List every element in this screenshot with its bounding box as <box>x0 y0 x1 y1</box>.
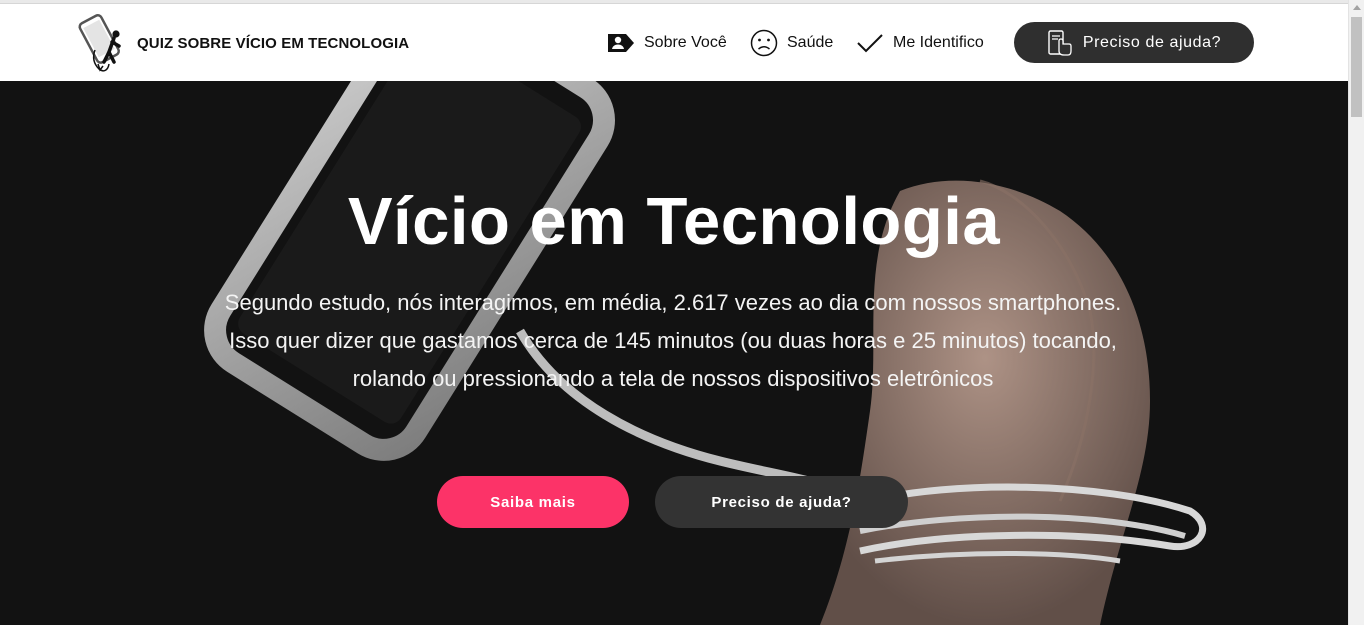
nav-link-health[interactable]: Saúde <box>750 28 833 58</box>
learn-more-button[interactable]: Saiba mais <box>437 476 629 528</box>
hero-description: Segundo estudo, nós interagimos, em médi… <box>224 290 1122 391</box>
hero-section: Vício em Tecnologia Segundo estudo, nós … <box>0 81 1348 625</box>
nav-label: Sobre Você <box>644 34 727 51</box>
scroll-up-arrow-icon[interactable] <box>1353 5 1361 10</box>
scrollbar-thumb[interactable] <box>1351 17 1362 117</box>
brand[interactable]: QUIZ SOBRE VÍCIO EM TECNOLOGIA <box>78 12 409 74</box>
help-button-header[interactable]: Preciso de ajuda? <box>1014 22 1254 63</box>
checkmark-icon <box>857 34 883 53</box>
touch-phone-icon <box>1048 29 1072 56</box>
nav-label: Me Identifico <box>893 34 984 51</box>
nav-link-about-you[interactable]: Sobre Você <box>607 28 727 58</box>
help-button-hero[interactable]: Preciso de ajuda? <box>655 476 908 528</box>
nav-label: Saúde <box>787 34 834 51</box>
help-button-label: Preciso de ajuda? <box>1082 33 1222 51</box>
site-title: QUIZ SOBRE VÍCIO EM TECNOLOGIA <box>137 34 410 52</box>
navbar: QUIZ SOBRE VÍCIO EM TECNOLOGIA Sobre Voc… <box>0 4 1348 81</box>
nav-link-identify[interactable]: Me Identifico <box>856 28 984 58</box>
phone-addict-logo-icon <box>78 14 121 72</box>
page-scrollbar[interactable] <box>1348 0 1364 625</box>
id-card-icon <box>608 34 634 52</box>
hero-title: Vício em Tecnologia <box>347 184 1001 259</box>
sad-face-icon <box>750 29 778 57</box>
